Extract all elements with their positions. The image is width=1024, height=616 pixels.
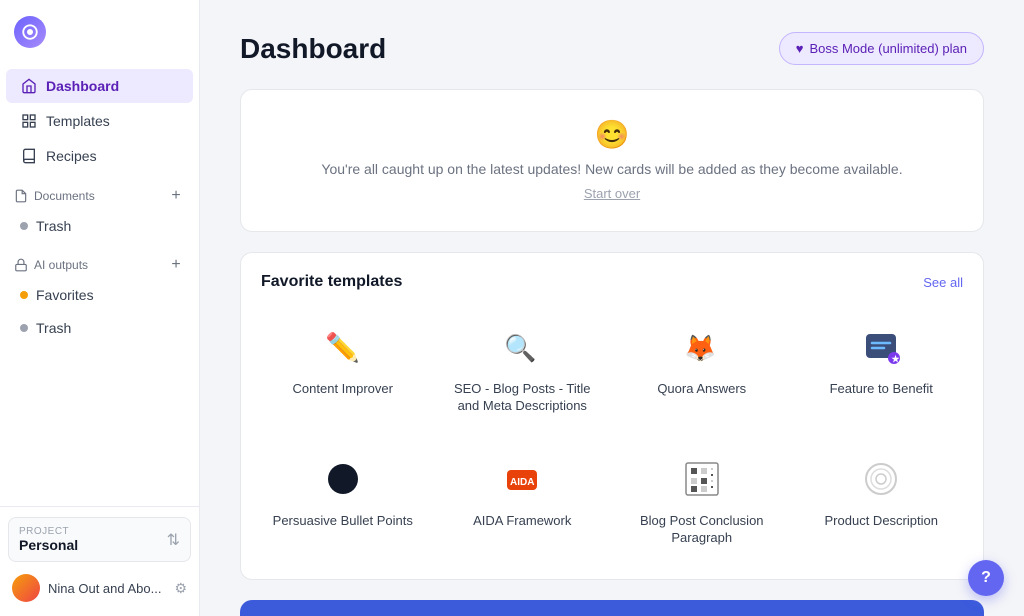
template-product-description[interactable]: Product Description: [800, 443, 964, 559]
blog-conclusion-icon: [678, 455, 726, 503]
avatar: [12, 574, 40, 602]
sidebar-item-favorites[interactable]: Favorites: [6, 279, 193, 311]
aida-icon: AIDA: [498, 455, 546, 503]
sidebar-item-templates[interactable]: Templates: [6, 104, 193, 138]
home-icon: [20, 77, 38, 95]
ai-outputs-section-header: AI outputs +: [0, 248, 199, 278]
template-blog-conclusion[interactable]: Blog Post Conclusion Paragraph: [620, 443, 784, 559]
quora-icon: 🦊: [678, 323, 726, 371]
update-emoji: 😊: [261, 118, 963, 151]
heart-icon: ♥: [796, 41, 804, 56]
grid-icon: [20, 112, 38, 130]
documents-section-header: Documents +: [0, 179, 199, 209]
gear-icon[interactable]: ⚙: [174, 580, 187, 597]
svg-text:AIDA: AIDA: [510, 477, 534, 488]
templates-card-title: Favorite templates: [261, 273, 402, 291]
boss-mode-badge[interactable]: ♥ Boss Mode (unlimited) plan: [779, 32, 984, 65]
template-seo-blog[interactable]: 🔍 SEO - Blog Posts - Title and Meta Desc…: [441, 311, 605, 427]
template-persuasive-bullet[interactable]: Persuasive Bullet Points: [261, 443, 425, 559]
book-icon: [20, 147, 38, 165]
user-name: Nina Out and Abo...: [48, 581, 166, 596]
add-ai-output-button[interactable]: +: [167, 256, 185, 274]
chevron-updown-icon: ⇅: [167, 530, 180, 550]
favorite-templates-card: Favorite templates See all ✏️ Content Im…: [240, 252, 984, 580]
product-description-icon: [857, 455, 905, 503]
document-icon: [14, 189, 28, 203]
sidebar-item-recipes[interactable]: Recipes: [6, 139, 193, 173]
project-label: PROJECT: [19, 526, 78, 537]
help-bubble[interactable]: ?: [968, 560, 1004, 596]
svg-text:✏️: ✏️: [325, 330, 360, 364]
swag-banner: Want Jasper Swag? Are you a content writ…: [240, 600, 984, 616]
sidebar-item-ai-trash[interactable]: Trash: [6, 312, 193, 344]
see-all-link[interactable]: See all: [923, 275, 963, 290]
svg-text:★: ★: [892, 354, 901, 364]
sidebar-item-dashboard[interactable]: Dashboard: [6, 69, 193, 103]
templates-card-header: Favorite templates See all: [261, 273, 963, 291]
project-selector[interactable]: PROJECT Personal ⇅: [8, 517, 191, 562]
svg-text:🦊: 🦊: [684, 333, 716, 363]
ai-trash-dot: [20, 324, 28, 332]
sidebar: Dashboard Templates Recipes: [0, 0, 200, 616]
page-title: Dashboard: [240, 33, 386, 65]
template-feature-benefit[interactable]: ★ Feature to Benefit: [800, 311, 964, 427]
update-card: 😊 You're all caught up on the latest upd…: [240, 89, 984, 232]
ai-outputs-icon: [14, 258, 28, 272]
template-aida[interactable]: AIDA AIDA Framework: [441, 443, 605, 559]
logo-area: [0, 0, 199, 64]
sidebar-nav: Dashboard Templates Recipes: [0, 64, 199, 506]
update-text: You're all caught up on the latest updat…: [261, 161, 963, 177]
main-content: Dashboard ♥ Boss Mode (unlimited) plan 😊…: [200, 0, 1024, 616]
templates-grid: ✏️ Content Improver 🔍 SEO - Blog Posts -…: [261, 311, 963, 559]
persuasive-bullet-icon: [319, 455, 367, 503]
svg-text:🔍: 🔍: [504, 331, 536, 363]
start-over-link[interactable]: Start over: [584, 186, 640, 201]
main-header: Dashboard ♥ Boss Mode (unlimited) plan: [240, 32, 984, 65]
template-content-improver[interactable]: ✏️ Content Improver: [261, 311, 425, 427]
trash-dot: [20, 222, 28, 230]
favorites-dot: [20, 291, 28, 299]
app-logo: [14, 16, 46, 48]
project-name: Personal: [19, 537, 78, 553]
seo-blog-icon: 🔍: [498, 323, 546, 371]
content-improver-icon: ✏️: [319, 323, 367, 371]
feature-benefit-icon: ★: [857, 323, 905, 371]
template-quora[interactable]: 🦊 Quora Answers: [620, 311, 784, 427]
sidebar-item-docs-trash[interactable]: Trash: [6, 210, 193, 242]
sidebar-footer: PROJECT Personal ⇅ Nina Out and Abo... ⚙: [0, 506, 199, 616]
user-row: Nina Out and Abo... ⚙: [8, 570, 191, 606]
add-document-button[interactable]: +: [167, 187, 185, 205]
